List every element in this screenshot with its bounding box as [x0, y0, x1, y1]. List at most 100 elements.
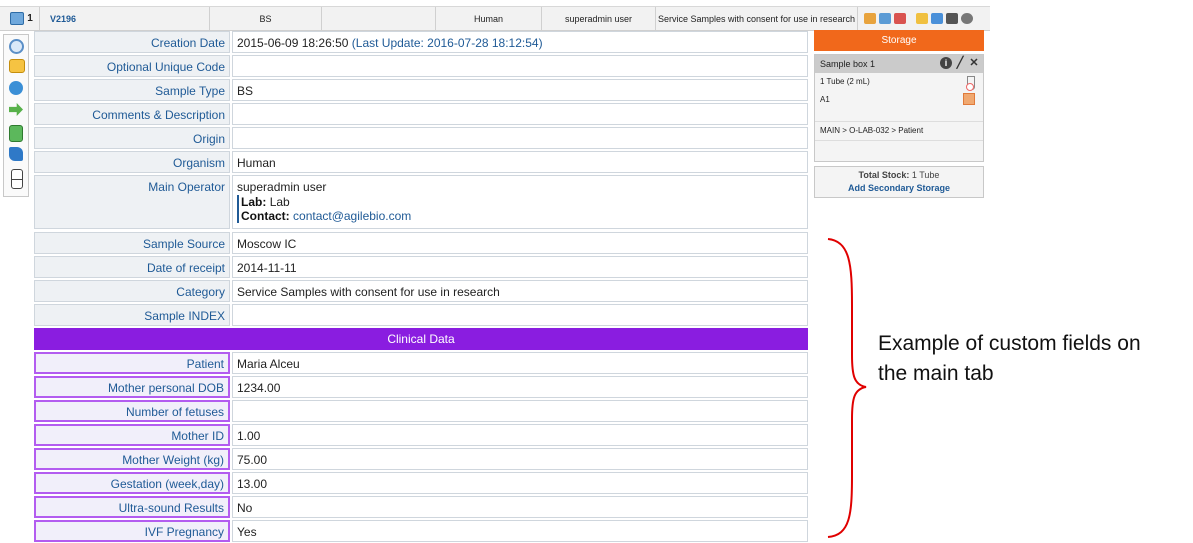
field-label: Main Operator — [34, 175, 230, 229]
row-creation-date: Creation Date 2015-06-09 18:26:50 (Last … — [34, 31, 808, 53]
clinical-data-header: Clinical Data — [34, 328, 808, 350]
row-organism: Organism Human — [34, 151, 808, 173]
storage-path: MAIN > O-LAB-032 > Patient — [815, 122, 983, 141]
clinical-field-value[interactable]: 75.00 — [232, 448, 808, 470]
record-count-cell: 1 — [0, 7, 40, 30]
record-icon[interactable] — [10, 12, 25, 25]
settings-icon[interactable] — [961, 13, 973, 24]
clinical-row: Ultra-sound Results No — [34, 496, 808, 518]
tube-label: 1 Tube (2 mL) — [820, 77, 870, 86]
tube-icon[interactable] — [966, 76, 975, 91]
sample-index-value[interactable] — [232, 304, 808, 326]
row-category: Category Service Samples with consent fo… — [34, 280, 808, 302]
left-toolbar — [3, 34, 29, 197]
clinical-row: IVF Pregnancy Yes — [34, 520, 808, 542]
field-label: Creation Date — [34, 31, 230, 53]
creation-date: 2015-06-09 18:26:50 — [237, 36, 349, 50]
category-value[interactable]: Service Samples with consent for use in … — [232, 280, 808, 302]
clinical-field-value[interactable]: 1.00 — [232, 424, 808, 446]
header-blank — [322, 7, 436, 30]
stock-summary: Total Stock: 1 Tube Add Secondary Storag… — [814, 166, 984, 198]
book-icon[interactable] — [9, 147, 23, 161]
row-sample-index: Sample INDEX — [34, 304, 808, 326]
total-stock-label: Total Stock: — [858, 170, 910, 180]
info-icon[interactable]: i — [940, 57, 952, 69]
clinical-field-value[interactable]: Maria Alceu — [232, 352, 808, 374]
edit-pencil-icon[interactable]: ╱ — [954, 57, 966, 69]
record-count: 1 — [27, 13, 33, 24]
row-date-receipt: Date of receipt 2014-11-11 — [34, 256, 808, 278]
main-operator: superadmin user — [237, 180, 327, 194]
annotation-text: Example of custom fields on the main tab — [878, 329, 1178, 389]
row-main-operator: Main Operator superadmin user Lab: Lab C… — [34, 175, 808, 229]
record-header: 1 V2196 BS Human superadmin user Service… — [0, 6, 990, 31]
field-label: Sample INDEX — [34, 304, 230, 326]
field-label: Organism — [34, 151, 230, 173]
box-title: Sample box 1 i ╱ ✕ — [815, 55, 983, 73]
field-label: Comments & Description — [34, 103, 230, 125]
print-icon[interactable] — [864, 13, 876, 24]
total-stock-value: 1 Tube — [911, 170, 940, 180]
annotation-line-1: Example of custom fields on — [878, 332, 1141, 355]
storage-box: Sample box 1 i ╱ ✕ 1 Tube (2 mL) A1 MAIN… — [814, 54, 984, 162]
position-line: A1 — [815, 91, 983, 109]
clinical-field-label: Ultra-sound Results — [34, 496, 230, 518]
header-operator: superadmin user — [542, 7, 656, 30]
clinical-field-value[interactable]: No — [232, 496, 808, 518]
clinical-field-label: Number of fetuses — [34, 400, 230, 422]
search-icon[interactable] — [9, 39, 24, 54]
origin-value[interactable] — [232, 127, 808, 149]
tube-line: 1 Tube (2 mL) — [815, 73, 983, 91]
contact-link[interactable]: contact@agilebio.com — [293, 209, 411, 223]
clinical-field-label: Gestation (week,day) — [34, 472, 230, 494]
row-optional-code: Optional Unique Code — [34, 55, 808, 77]
operator-details: Lab: Lab Contact: contact@agilebio.com — [237, 195, 803, 223]
barcode-icon[interactable] — [946, 13, 958, 24]
position-label: A1 — [820, 95, 830, 104]
clinical-row: Mother ID 1.00 — [34, 424, 808, 446]
header-sample-type: BS — [210, 7, 322, 30]
optional-code-value[interactable] — [232, 55, 808, 77]
field-label: Optional Unique Code — [34, 55, 230, 77]
export-arrow-icon[interactable] — [9, 103, 23, 116]
creation-date-value: 2015-06-09 18:26:50 (Last Update: 2016-0… — [232, 31, 808, 53]
flask-icon[interactable] — [9, 125, 23, 142]
folder-icon[interactable] — [916, 13, 928, 24]
clinical-row: Patient Maria Alceu — [34, 352, 808, 374]
copy-icon[interactable] — [879, 13, 891, 24]
last-update: (Last Update: 2016-07-28 18:12:54) — [351, 36, 543, 50]
clinical-row: Gestation (week,day) 13.00 — [34, 472, 808, 494]
clinical-field-label: Patient — [34, 352, 230, 374]
clinical-field-label: Mother personal DOB — [34, 376, 230, 398]
header-category: Service Samples with consent for use in … — [656, 7, 858, 30]
gear-icon[interactable] — [9, 81, 23, 95]
clinical-field-value[interactable]: 13.00 — [232, 472, 808, 494]
row-comments: Comments & Description — [34, 103, 808, 125]
annotation-line-2: the main tab — [878, 362, 994, 385]
date-receipt-value[interactable]: 2014-11-11 — [232, 256, 808, 278]
report-icon[interactable] — [894, 13, 906, 24]
clinical-field-label: Mother ID — [34, 424, 230, 446]
sample-type-value[interactable]: BS — [232, 79, 808, 101]
storage-header: Storage — [814, 30, 984, 51]
clinical-field-value[interactable] — [232, 400, 808, 422]
field-label: Origin — [34, 127, 230, 149]
lab-label: Lab: — [241, 195, 267, 209]
row-sample-source: Sample Source Moscow IC — [34, 232, 808, 254]
comments-value[interactable] — [232, 103, 808, 125]
clinical-field-value[interactable]: Yes — [232, 520, 808, 542]
globe-icon[interactable] — [931, 13, 943, 24]
lab-value: Lab — [269, 195, 290, 209]
add-secondary-storage-link[interactable]: Add Secondary Storage — [815, 183, 983, 193]
fridge-icon[interactable] — [11, 169, 23, 189]
record-code[interactable]: V2196 — [40, 7, 210, 30]
main-operator-value: superadmin user Lab: Lab Contact: contac… — [232, 175, 808, 229]
clinical-field-value[interactable]: 1234.00 — [232, 376, 808, 398]
sample-source-value[interactable]: Moscow IC — [232, 232, 808, 254]
close-icon[interactable]: ✕ — [968, 57, 980, 69]
row-origin: Origin — [34, 127, 808, 149]
box-name[interactable]: Sample box 1 — [820, 59, 875, 69]
edit-icon[interactable] — [9, 59, 25, 73]
grid-icon[interactable] — [963, 93, 975, 105]
organism-value[interactable]: Human — [232, 151, 808, 173]
